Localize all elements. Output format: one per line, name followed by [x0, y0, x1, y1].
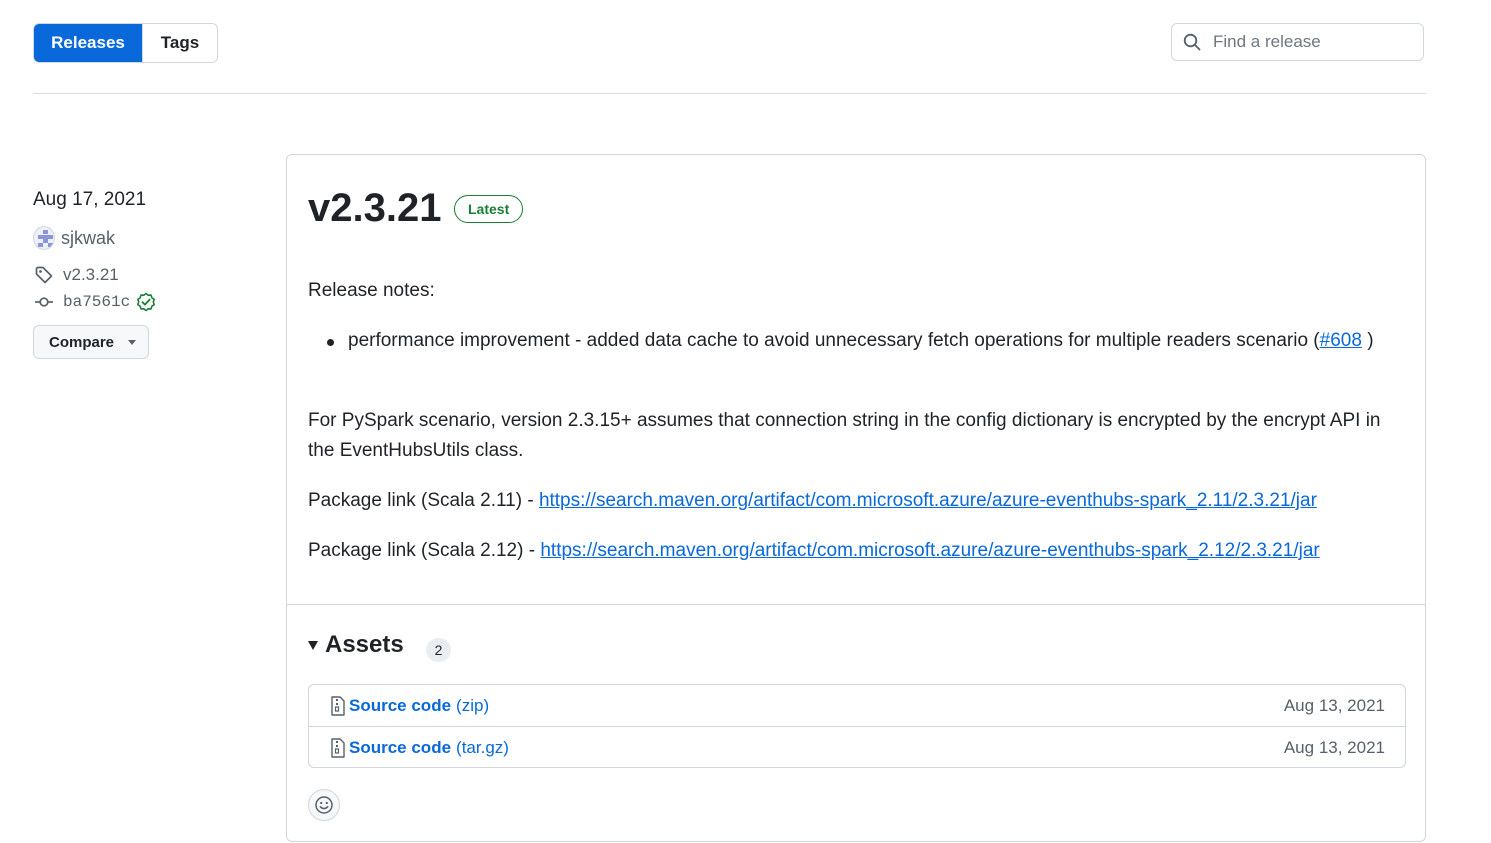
- bullet-icon: [327, 339, 334, 346]
- maven-link-212[interactable]: https://search.maven.org/artifact/com.mi…: [540, 540, 1319, 561]
- bullet-text: performance improvement - added data cac…: [348, 330, 1320, 351]
- package-link-scala-211: Package link (Scala 2.11) - https://sear…: [308, 486, 1317, 516]
- release-note-bullet: performance improvement - added data cac…: [348, 326, 1398, 356]
- asset-link[interactable]: Source code: [349, 738, 451, 758]
- card-divider: [287, 604, 1425, 605]
- pyspark-note: For PySpark scenario, version 2.3.15+ as…: [308, 410, 1381, 461]
- asset-ext[interactable]: (tar.gz): [456, 738, 509, 758]
- author-name[interactable]: sjkwak: [61, 228, 115, 249]
- chevron-down-icon: [128, 339, 137, 345]
- search-icon: [1183, 33, 1201, 51]
- package-label: Package link (Scala 2.11) -: [308, 490, 539, 511]
- asset-date: Aug 13, 2021: [1283, 737, 1385, 757]
- assets-toggle[interactable]: Assets: [308, 631, 404, 659]
- compare-button[interactable]: Compare: [33, 325, 149, 359]
- asset-link[interactable]: Source code: [349, 696, 451, 716]
- latest-badge: Latest: [454, 195, 524, 223]
- release-commit[interactable]: ba7561c: [33, 292, 156, 312]
- assets-heading: Assets: [325, 631, 404, 658]
- release-search[interactable]: [1171, 23, 1424, 61]
- release-notes-heading: Release notes:: [308, 280, 435, 301]
- tab-releases[interactable]: Releases: [34, 24, 142, 62]
- compare-label: Compare: [49, 333, 115, 351]
- asset-date: Aug 13, 2021: [1283, 695, 1385, 715]
- assets-list: Source code (zip) Aug 13, 2021 Source co…: [308, 684, 1406, 768]
- release-date: Aug 17, 2021: [33, 189, 147, 210]
- release-author[interactable]: sjkwak: [33, 226, 115, 250]
- verified-check-icon[interactable]: [136, 292, 156, 312]
- commit-icon: [35, 297, 53, 307]
- list-item[interactable]: Source code (zip) Aug 13, 2021: [309, 685, 1405, 726]
- issue-link[interactable]: #608: [1320, 330, 1362, 351]
- list-item[interactable]: Source code (tar.gz) Aug 13, 2021: [309, 726, 1405, 768]
- bullet-tail: ): [1361, 330, 1374, 351]
- package-label: Package link (Scala 2.12) -: [308, 540, 541, 561]
- tag-icon: [35, 266, 53, 284]
- release-tabs: Releases Tags: [33, 23, 218, 63]
- assets-count: 2: [426, 638, 451, 662]
- header-divider: [33, 93, 1426, 94]
- add-reaction-button[interactable]: [308, 789, 340, 821]
- maven-link-211[interactable]: https://search.maven.org/artifact/com.mi…: [539, 490, 1317, 511]
- release-card: v2.3.21 Latest Release notes: performanc…: [286, 154, 1426, 842]
- release-tag[interactable]: v2.3.21: [33, 265, 119, 285]
- file-zip-icon: [331, 695, 345, 716]
- package-link-scala-212: Package link (Scala 2.12) - https://sear…: [308, 536, 1320, 566]
- avatar: [33, 226, 55, 250]
- smiley-icon: [315, 796, 333, 814]
- search-input[interactable]: [1211, 31, 1415, 53]
- asset-ext[interactable]: (zip): [456, 696, 489, 716]
- tag-name[interactable]: v2.3.21: [63, 265, 119, 285]
- file-zip-icon: [331, 737, 345, 758]
- triangle-down-icon: [308, 640, 318, 650]
- release-title[interactable]: v2.3.21: [308, 186, 441, 231]
- tab-tags[interactable]: Tags: [142, 24, 217, 62]
- commit-sha[interactable]: ba7561c: [63, 293, 130, 311]
